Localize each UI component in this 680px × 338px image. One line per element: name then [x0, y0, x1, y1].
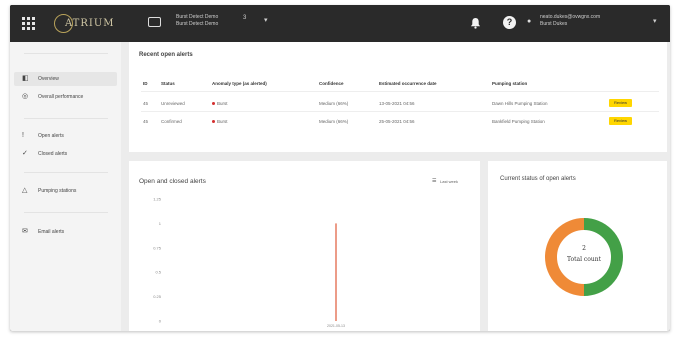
sidebar-item-overview[interactable]: ◧ Overview [14, 72, 117, 86]
sidebar: ◧ Overview ◎ Overall performance ! Open … [10, 42, 122, 331]
cell-id: 45 [143, 119, 149, 124]
x-tick-label: 2021-05-13 [327, 324, 345, 328]
burst-dot-icon [212, 102, 215, 106]
exclamation-icon: ! [22, 132, 24, 139]
donut-center-label: Total count [566, 256, 602, 263]
column-header-confidence: Confidence [319, 81, 344, 86]
donut-center-value: 2 [582, 245, 586, 252]
burst-dot-icon [212, 120, 215, 124]
recent-alerts-title: Recent open alerts [139, 52, 193, 58]
cell-station: Dawn Hills Pumping Station [492, 101, 548, 106]
y-tick-label: 1 [159, 221, 162, 226]
cell-date: 13-05-2021 04:56 [379, 101, 415, 106]
workspace-name: Burst Detect Demo [176, 14, 219, 20]
y-tick-label: 0 [159, 319, 162, 324]
column-header-anomaly: Anomaly type (as alerted) [212, 81, 267, 86]
alerts-chart: 1.25 1 0.75 0.5 0.25 0 2021-05-13 [153, 197, 345, 329]
top-bar: ATRIUM Burst Detect Demo Burst Detect De… [10, 5, 670, 42]
main-content: Recent open alerts ID Status Anomaly typ… [121, 42, 670, 331]
cell-station: Bankfield Pumping Station [492, 119, 545, 124]
workspace-sub: Burst Detect Demo [176, 21, 219, 27]
status-card: Current status of open alerts 2 Total co… [488, 161, 667, 331]
pump-icon: △ [22, 187, 28, 194]
anomaly-label: Burst [217, 119, 228, 124]
sidebar-item-closed-alerts[interactable]: ✓ Closed alerts [14, 147, 117, 161]
app-grid-icon[interactable] [22, 17, 35, 30]
alerts-chart-card: Open and closed alerts ☰ Last week 1.25 1… [129, 161, 480, 331]
cell-status: Confirmed [161, 119, 182, 124]
sidebar-item-label: Closed alerts [38, 151, 68, 157]
cell-id: 45 [143, 101, 149, 106]
sidebar-divider [24, 212, 108, 213]
check-icon: ✓ [22, 150, 28, 157]
app-window: ATRIUM Burst Detect Demo Burst Detect De… [10, 5, 670, 331]
table-header-divider [141, 91, 659, 92]
chevron-down-icon[interactable]: ▾ [264, 16, 268, 24]
help-icon[interactable]: ? [503, 16, 516, 29]
bell-icon[interactable] [470, 17, 481, 29]
anomaly-label: Burst [217, 101, 228, 106]
cell-confidence: Medium (66%) [319, 101, 349, 106]
sidebar-divider [24, 53, 108, 54]
sidebar-item-pumping-stations[interactable]: △ Pumping stations [14, 184, 117, 198]
sidebar-item-email-alerts[interactable]: ✉ Email alerts [14, 225, 117, 239]
review-button[interactable]: Review [609, 99, 632, 107]
column-header-station: Pumping station [492, 81, 528, 86]
cell-confidence: Medium (66%) [319, 119, 349, 124]
cell-date: 25-05-2021 04:56 [379, 119, 415, 124]
user-menu[interactable]: neato.dukes@ovwgnx.com Burst Dukes [540, 14, 600, 28]
table-row-divider [141, 111, 659, 112]
workspace-selector[interactable]: Burst Detect Demo Burst Detect Demo [176, 14, 218, 28]
sidebar-item-open-alerts[interactable]: ! Open alerts [14, 129, 117, 143]
sidebar-divider [24, 172, 108, 173]
sidebar-divider [24, 118, 108, 119]
workspace-badge: 3 [243, 15, 247, 21]
user-chevron-icon[interactable]: ▾ [653, 17, 657, 25]
sidebar-item-label: Email alerts [38, 229, 65, 235]
column-header-date: Estimated occurrence date [379, 81, 437, 86]
overview-icon: ◧ [22, 75, 29, 82]
atrium-logo[interactable]: ATRIUM [54, 13, 115, 33]
workspace-icon[interactable] [148, 17, 161, 27]
y-tick-label: 0.25 [153, 294, 162, 299]
y-tick-label: 1.25 [153, 197, 162, 202]
sidebar-item-label: Overview [38, 76, 59, 82]
cell-anomaly: Burst [212, 119, 228, 124]
chart-bar[interactable] [335, 223, 337, 321]
recent-alerts-card: Recent open alerts ID Status Anomaly typ… [129, 42, 667, 152]
column-header-status: Status [161, 81, 175, 86]
user-icon: ● [527, 18, 532, 25]
column-header-id: ID [143, 81, 148, 86]
sidebar-item-label: Open alerts [38, 133, 64, 139]
user-name: Burst Dukes [540, 21, 568, 27]
cell-status: Unreviewed [161, 101, 185, 106]
review-button[interactable]: Review [609, 117, 632, 125]
cell-anomaly: Burst [212, 101, 228, 106]
envelope-icon: ✉ [22, 228, 28, 235]
y-tick-label: 0.5 [155, 270, 161, 275]
gauge-icon: ◎ [22, 93, 29, 100]
sidebar-item-label: Overall performance [38, 94, 84, 100]
user-email: neato.dukes@ovwgnx.com [540, 14, 601, 20]
logo-text: ATRIUM [65, 17, 115, 29]
sidebar-item-label: Pumping stations [38, 188, 77, 194]
y-tick-label: 0.75 [153, 245, 162, 250]
sidebar-item-overall-performance[interactable]: ◎ Overall performance [14, 90, 117, 104]
